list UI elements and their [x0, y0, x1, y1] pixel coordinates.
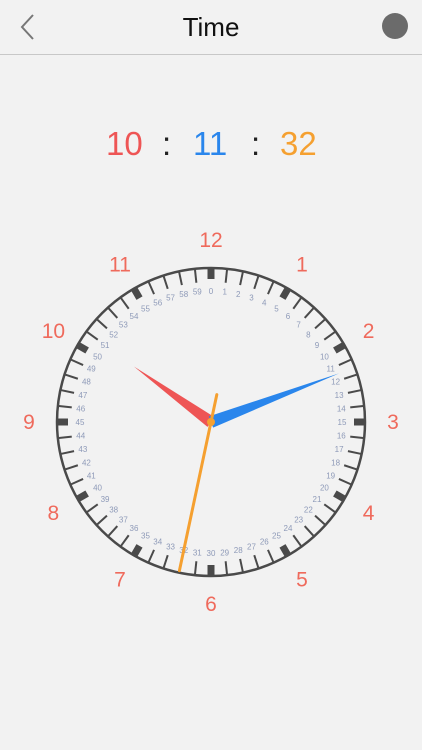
- minute-number: 27: [247, 543, 256, 552]
- hour-tick: [333, 490, 346, 502]
- minutes-value: 11: [193, 125, 228, 162]
- hour-tick: [279, 287, 291, 300]
- minute-number: 48: [82, 378, 91, 387]
- minute-number: 33: [166, 543, 175, 552]
- minute-number: 5: [274, 305, 279, 314]
- minute-number: 20: [320, 484, 329, 493]
- minute-number: 10: [320, 353, 329, 362]
- minute-number: 36: [130, 524, 139, 533]
- navigation-bar: Time: [0, 0, 422, 55]
- minute-number: 38: [109, 506, 118, 515]
- minute-number: 35: [141, 531, 150, 540]
- hour-number: 9: [23, 411, 35, 434]
- minute-number: 17: [335, 445, 344, 454]
- minute-number: 46: [76, 404, 85, 413]
- hour-tick: [131, 287, 143, 300]
- minute-number: 29: [220, 548, 229, 557]
- minute-number: 6: [286, 312, 291, 321]
- hour-tick: [76, 342, 89, 354]
- minute-number: 52: [109, 330, 118, 339]
- hour-number: 11: [109, 253, 131, 276]
- minute-number: 34: [153, 538, 162, 547]
- minute-number: 37: [119, 515, 128, 524]
- hour-number: 1: [296, 253, 308, 276]
- minute-number: 18: [331, 458, 340, 467]
- minute-number: 47: [78, 391, 87, 400]
- minute-number: 30: [207, 549, 216, 558]
- seconds-value: 32: [280, 125, 317, 162]
- hour-tick: [333, 342, 346, 354]
- minute-number: 9: [315, 341, 320, 350]
- minute-number: 39: [101, 495, 110, 504]
- minute-number: 58: [179, 290, 188, 299]
- hour-number: 10: [42, 320, 65, 343]
- hour-tick: [279, 544, 291, 557]
- minute-number: 56: [153, 298, 162, 307]
- hour-number: 2: [363, 320, 375, 343]
- minute-number: 55: [141, 305, 150, 314]
- hour-number: 12: [199, 229, 222, 252]
- minute-number: 54: [130, 312, 139, 321]
- minute-number: 40: [93, 484, 102, 493]
- minute-number: 7: [296, 321, 301, 330]
- hour-tick: [131, 544, 143, 557]
- minute-number: 4: [262, 298, 267, 307]
- minute-number: 53: [119, 321, 128, 330]
- minute-tick: [350, 405, 364, 409]
- page-title: Time: [182, 12, 240, 42]
- minute-number: 57: [166, 293, 175, 302]
- minute-number: 16: [337, 432, 346, 441]
- minute-number: 23: [294, 515, 303, 524]
- minute-number: 24: [284, 524, 293, 533]
- hour-number: 6: [205, 593, 217, 616]
- digital-time: 10 : 11 : 32: [0, 124, 422, 164]
- hour-number: 3: [387, 411, 399, 434]
- hour-number: 4: [363, 502, 375, 525]
- minute-number: 51: [101, 341, 110, 350]
- minute-tick: [194, 561, 198, 575]
- minute-tick: [194, 269, 198, 283]
- hours-value: 10: [106, 125, 143, 162]
- analog-clock[interactable]: 0 1 2 3456789101112131415161718192021222324…: [0, 220, 422, 630]
- minute-number: 50: [93, 353, 102, 362]
- minute-number: 11: [327, 365, 336, 374]
- minute-number: 26: [260, 538, 269, 547]
- minute-number: 3: [249, 293, 254, 302]
- separator-1: :: [162, 125, 172, 162]
- minute-number: 28: [234, 546, 243, 555]
- minute-number: 19: [326, 471, 335, 480]
- hour-number: 5: [296, 569, 308, 592]
- minute-number: 41: [87, 471, 96, 480]
- hour-number: 7: [114, 569, 126, 592]
- minute-number: 44: [76, 432, 85, 441]
- minute-number: 49: [87, 365, 96, 374]
- minute-number: 25: [272, 531, 281, 540]
- minute-tick: [224, 269, 228, 283]
- minute-number: 1: [222, 288, 227, 297]
- minute-number: 31: [193, 548, 202, 557]
- record-button[interactable]: [382, 13, 408, 39]
- minute-number: 22: [304, 506, 313, 515]
- minute-number: 59: [193, 288, 202, 297]
- hour-tick: [76, 490, 89, 502]
- minute-tick: [350, 435, 364, 439]
- minute-number: 0: [209, 287, 214, 296]
- minute-number: 2: [236, 290, 241, 299]
- minute-number: 14: [337, 404, 346, 413]
- minute-tick: [224, 561, 228, 575]
- minute-number: 43: [78, 445, 87, 454]
- minute-number: 12: [331, 378, 340, 387]
- minute-number: 45: [76, 418, 85, 427]
- minute-number: 8: [306, 330, 311, 339]
- minute-tick: [58, 405, 72, 409]
- center-pin: [207, 418, 215, 426]
- minute-number: 15: [338, 418, 347, 427]
- separator-2: :: [251, 125, 261, 162]
- minute-number: 13: [335, 391, 344, 400]
- minute-number: 21: [313, 495, 322, 504]
- minute-tick: [58, 435, 72, 439]
- minute-number: 42: [82, 458, 91, 467]
- hour-number: 8: [48, 502, 60, 525]
